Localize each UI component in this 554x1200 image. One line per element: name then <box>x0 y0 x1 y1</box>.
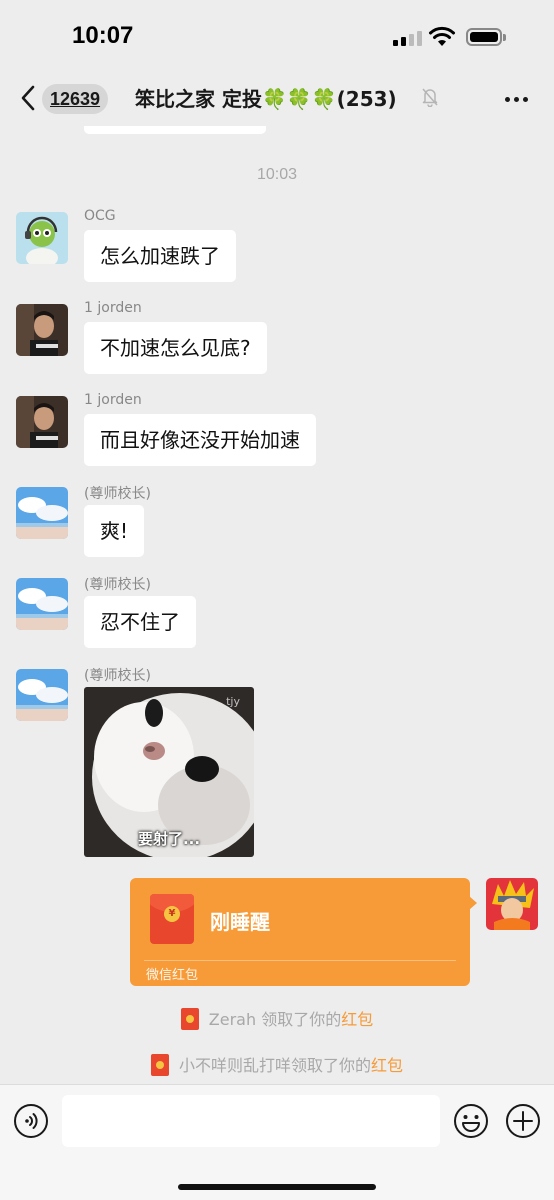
more-options-icon[interactable] <box>502 89 532 109</box>
sender-avatar[interactable] <box>16 304 68 356</box>
sender-avatar[interactable] <box>16 212 68 264</box>
battery-icon <box>466 28 506 46</box>
sender-name: (尊师校长) <box>84 486 151 502</box>
mute-bell-icon <box>422 88 438 107</box>
chat-title: 笨比之家 定投🍀🍀🍀(253) <box>135 87 397 111</box>
back-button[interactable] <box>18 84 40 112</box>
input-bar <box>0 1084 554 1200</box>
unread-count-badge[interactable]: 12639 <box>42 84 109 114</box>
previous-message-bubble <box>84 126 266 134</box>
status-bar: 10:07 <box>0 0 554 72</box>
wifi-icon <box>429 26 455 46</box>
red-packet-label: 微信红包 <box>146 968 199 983</box>
sticker-caption: 要射了... <box>137 830 201 848</box>
emoji-icon[interactable] <box>453 1103 489 1139</box>
red-packet-divider <box>144 960 456 961</box>
text-message-bubble[interactable]: 忍不住了 <box>84 596 196 648</box>
bubble-tail <box>469 896 477 910</box>
text-message-bubble[interactable]: 不加速怎么见底? <box>84 322 267 374</box>
voice-input-icon[interactable] <box>13 1103 49 1139</box>
message-input[interactable] <box>62 1095 440 1147</box>
sender-avatar[interactable] <box>16 669 68 721</box>
plus-icon[interactable] <box>505 1103 541 1139</box>
sender-avatar[interactable] <box>16 396 68 448</box>
sender-avatar[interactable] <box>16 578 68 630</box>
red-packet-small-icon <box>180 1008 199 1030</box>
my-avatar[interactable] <box>486 878 538 930</box>
text-message-bubble[interactable]: 而且好像还没开始加速 <box>84 414 316 466</box>
sticker-watermark: tjy <box>226 695 240 708</box>
chat-header: 12639 笨比之家 定投🍀🍀🍀(253) <box>0 72 554 126</box>
system-notice: 小不咩则乱打咩领取了你的红包 <box>0 1052 554 1076</box>
red-packet-title: 刚睡醒 <box>210 910 270 934</box>
red-packet-icon: ¥ <box>150 894 194 944</box>
text-message-bubble[interactable]: 怎么加速跌了 <box>84 230 236 282</box>
text-message-bubble[interactable]: 爽! <box>84 505 145 557</box>
message-list[interactable]: 10:03 OCG 怎么加速跌了 1 jorden 不加速怎么见底? 1 jor… <box>0 126 554 1084</box>
sticker-message[interactable]: tjy 要射了... <box>84 687 254 857</box>
sender-name: (尊师校长) <box>84 668 151 684</box>
notice-text: 小不咩则乱打咩领取了你的 <box>178 1056 371 1075</box>
notice-text: Zerah 领取了你的 <box>208 1010 342 1029</box>
status-time: 10:07 <box>72 22 134 49</box>
sender-name: 1 jorden <box>84 392 142 408</box>
sender-name: OCG <box>84 208 116 224</box>
home-indicator <box>178 1184 376 1190</box>
red-packet-link[interactable]: 红包 <box>371 1056 403 1075</box>
sender-name: 1 jorden <box>84 300 142 316</box>
red-packet-small-icon <box>150 1054 169 1076</box>
sender-avatar[interactable] <box>16 487 68 539</box>
sender-name: (尊师校长) <box>84 577 151 593</box>
red-packet-link[interactable]: 红包 <box>341 1010 373 1029</box>
message-timestamp: 10:03 <box>256 166 298 183</box>
red-packet-message[interactable]: ¥ 刚睡醒 微信红包 <box>130 878 470 986</box>
system-notice: Zerah 领取了你的红包 <box>0 1006 554 1030</box>
cellular-signal-icon <box>393 30 423 46</box>
